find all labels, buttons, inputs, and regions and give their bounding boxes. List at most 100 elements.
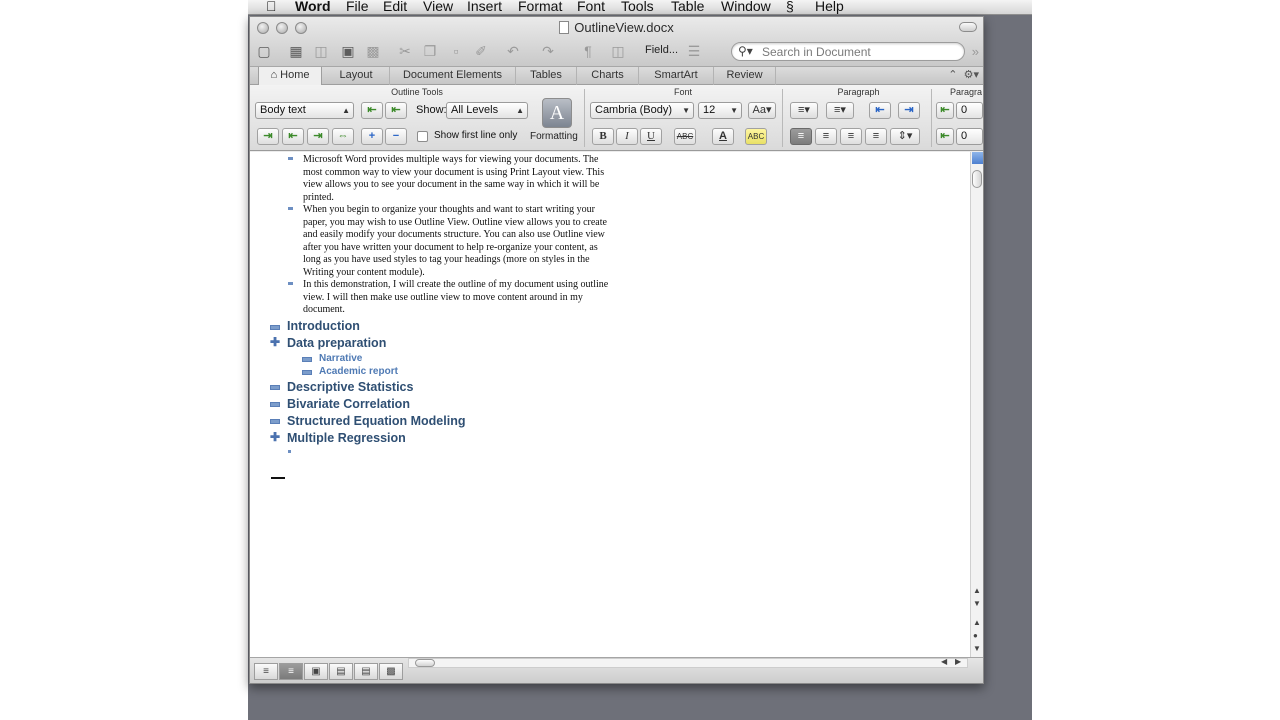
tab-layout[interactable]: Layout <box>323 67 390 85</box>
heading-multiple-regression[interactable]: Multiple Regression <box>287 431 406 445</box>
search-input[interactable] <box>762 44 952 59</box>
toolbar-toggle-button[interactable] <box>959 22 977 32</box>
new-document-icon[interactable]: ▢ <box>254 41 274 61</box>
menu-format[interactable]: Format <box>518 0 562 14</box>
save-icon[interactable]: ▣ <box>338 41 358 61</box>
next-page-icon[interactable]: ▼ <box>973 644 981 653</box>
align-center-icon[interactable]: ≡ <box>815 128 837 145</box>
show-first-line-checkbox[interactable] <box>417 131 428 142</box>
toolbar-overflow-icon[interactable]: » <box>972 44 979 59</box>
search-field[interactable]: ⚲▾ <box>731 42 965 61</box>
underline-icon[interactable]: U <box>640 128 662 145</box>
heading-descriptive-statistics[interactable]: Descriptive Statistics <box>287 380 413 394</box>
strikethrough-icon[interactable]: ABC <box>674 128 696 145</box>
collapse-heading-icon[interactable] <box>270 320 280 330</box>
demote-icon[interactable]: ⇥ <box>257 128 279 145</box>
decrease-indent-icon[interactable]: ⇤ <box>869 102 891 119</box>
menu-font[interactable]: Font <box>577 0 605 14</box>
tab-tables[interactable]: Tables <box>516 67 577 85</box>
notebook-layout-icon[interactable]: ▤ <box>354 663 378 680</box>
collapse-icon[interactable]: − <box>385 128 407 145</box>
align-right-icon[interactable]: ≡ <box>840 128 862 145</box>
promote-icon[interactable]: ⇤ <box>361 102 383 119</box>
heading-data-preparation[interactable]: Data preparation <box>287 336 386 350</box>
collapse-heading-icon[interactable] <box>302 365 312 375</box>
justify-icon[interactable]: ≡ <box>865 128 887 145</box>
increase-indent-icon[interactable]: ⇥ <box>898 102 920 119</box>
tab-smartart[interactable]: SmartArt <box>639 67 714 85</box>
insert-field-button[interactable]: Field... <box>645 44 678 56</box>
subheading-academic-report[interactable]: Academic report <box>319 366 398 377</box>
menu-view[interactable]: View <box>423 0 453 14</box>
script-menu-icon[interactable]: § <box>786 0 794 14</box>
menu-file[interactable]: File <box>346 0 369 14</box>
previous-page-icon[interactable]: ▲ <box>973 618 981 627</box>
italic-icon[interactable]: I <box>616 128 638 145</box>
demote-outline-icon[interactable]: ⇥ <box>307 128 329 145</box>
sidebar-icon[interactable]: ◫ <box>608 41 628 61</box>
draft-view-icon[interactable]: ≡ <box>254 663 278 680</box>
right-indent-field[interactable]: 0 <box>956 128 983 145</box>
line-spacing-icon[interactable]: ⇕▾ <box>890 128 920 145</box>
menu-window[interactable]: Window <box>721 0 771 14</box>
numbering-icon[interactable]: ≡▾ <box>826 102 854 119</box>
body-text-bullet-icon[interactable] <box>288 450 291 453</box>
body-paragraph-3[interactable]: In this demonstration, I will create the… <box>288 279 673 317</box>
print-layout-icon[interactable]: ▤ <box>329 663 353 680</box>
subheading-narrative[interactable]: Narrative <box>319 353 362 364</box>
collapse-heading-icon[interactable] <box>270 397 280 407</box>
body-text-bullet-icon[interactable] <box>288 157 293 160</box>
outline-level-select[interactable]: Body text ▲ <box>255 102 354 119</box>
full-screen-icon[interactable]: ▩ <box>379 663 403 680</box>
collapse-heading-icon[interactable] <box>270 414 280 424</box>
tab-home[interactable]: ⌂ Home <box>258 67 322 86</box>
document-canvas[interactable]: Microsoft Word provides multiple ways fo… <box>250 152 970 657</box>
redo-icon[interactable]: ↷ <box>538 41 558 61</box>
menu-app-word[interactable]: Word <box>295 0 331 14</box>
expand-heading-icon[interactable]: ✚ <box>270 431 280 443</box>
demote-to-body-icon[interactable]: ⇔ <box>332 128 354 145</box>
body-text-bullet-icon[interactable] <box>288 207 293 210</box>
left-indent-field[interactable]: 0 <box>956 102 983 119</box>
menu-tools[interactable]: Tools <box>621 0 654 14</box>
menu-help[interactable]: Help <box>815 0 844 14</box>
apple-menu-icon[interactable]:  <box>266 0 277 14</box>
horizontal-scrollbar[interactable]: ◀ ▶ <box>408 657 968 668</box>
outline-view-icon[interactable]: ≡ <box>279 663 303 680</box>
body-paragraph-1[interactable]: Microsoft Word provides multiple ways fo… <box>288 154 673 204</box>
show-levels-select[interactable]: All Levels ▲ <box>446 102 528 119</box>
body-paragraph-2[interactable]: When you begin to organize your thoughts… <box>288 204 673 279</box>
heading-bivariate-correlation[interactable]: Bivariate Correlation <box>287 397 410 411</box>
copy-icon[interactable]: ❐ <box>420 41 440 61</box>
publishing-layout-icon[interactable]: ▣ <box>304 663 328 680</box>
right-indent-icon[interactable]: ⇤ <box>936 128 954 145</box>
vertical-scroll-thumb[interactable] <box>972 170 982 188</box>
tab-review[interactable]: Review <box>714 67 776 85</box>
paste-icon[interactable]: ▫ <box>446 41 466 61</box>
bullets-icon[interactable]: ≡▾ <box>790 102 818 119</box>
open-icon[interactable]: ◫ <box>311 41 331 61</box>
left-indent-icon[interactable]: ⇤ <box>936 102 954 119</box>
highlight-icon[interactable]: ABC <box>745 128 767 145</box>
body-text-bullet-icon[interactable] <box>288 282 293 285</box>
print-icon[interactable]: ▩ <box>363 41 383 61</box>
menu-edit[interactable]: Edit <box>383 0 407 14</box>
collapse-ribbon-icon[interactable]: ⌃ <box>948 69 957 81</box>
font-size-select[interactable]: 12 ▼ <box>698 102 742 119</box>
horizontal-scroll-thumb[interactable] <box>415 659 435 667</box>
menu-insert[interactable]: Insert <box>467 0 502 14</box>
formatting-icon[interactable]: A <box>542 98 572 128</box>
templates-icon[interactable]: ▦ <box>286 41 306 61</box>
promote-to-heading-icon[interactable]: ⇤ <box>385 102 407 119</box>
align-left-icon[interactable]: ≡ <box>790 128 812 145</box>
bold-icon[interactable]: B <box>592 128 614 145</box>
expand-icon[interactable]: + <box>361 128 383 145</box>
vertical-scrollbar[interactable]: ▲ ▼ ▲ ● ▼ <box>970 152 983 657</box>
columns-icon[interactable]: ☰ <box>684 41 704 61</box>
format-painter-icon[interactable]: ✐ <box>471 41 491 61</box>
scroll-right-arrow-icon[interactable]: ▶ <box>955 657 961 666</box>
promote-outline-icon[interactable]: ⇤ <box>282 128 304 145</box>
tab-charts[interactable]: Charts <box>577 67 639 85</box>
cut-icon[interactable]: ✂ <box>395 41 415 61</box>
collapse-heading-icon[interactable] <box>270 380 280 390</box>
